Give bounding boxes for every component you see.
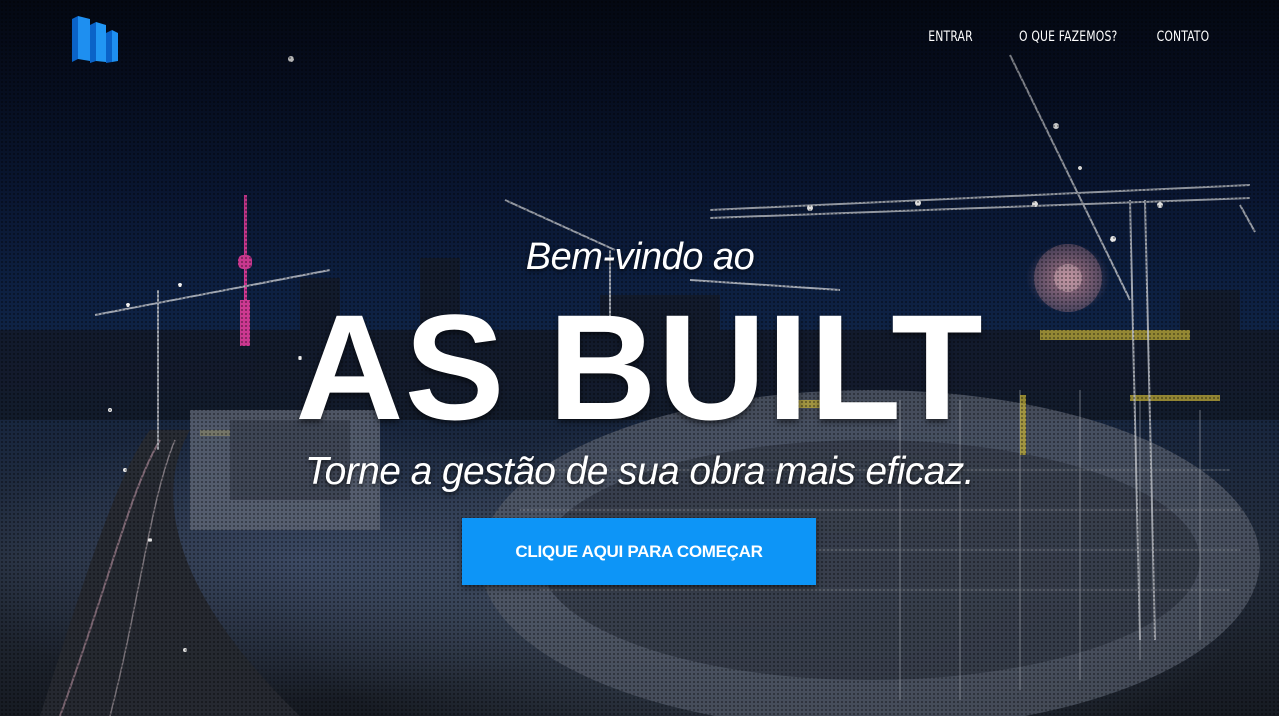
hero-welcome: Bem-vindo ao bbox=[525, 236, 755, 278]
nav-item-o-que-fazemos[interactable]: O QUE FAZEMOS? bbox=[1019, 29, 1117, 45]
start-button[interactable]: CLIQUE AQUI PARA COMEÇAR bbox=[462, 518, 816, 585]
nav-item-contato[interactable]: CONTATO bbox=[1156, 29, 1209, 45]
building-blocks-icon[interactable] bbox=[70, 15, 120, 63]
nav-item-entrar[interactable]: ENTRAR bbox=[929, 29, 974, 45]
hero-section: ENTRAR O QUE FAZEMOS? CONTATO Bem-vindo … bbox=[0, 0, 1279, 716]
top-nav: ENTRAR O QUE FAZEMOS? CONTATO bbox=[921, 29, 1209, 45]
hero-title: AS BUILT bbox=[295, 283, 984, 451]
hero-tagline: Torne a gestão de sua obra mais eficaz. bbox=[305, 450, 975, 493]
